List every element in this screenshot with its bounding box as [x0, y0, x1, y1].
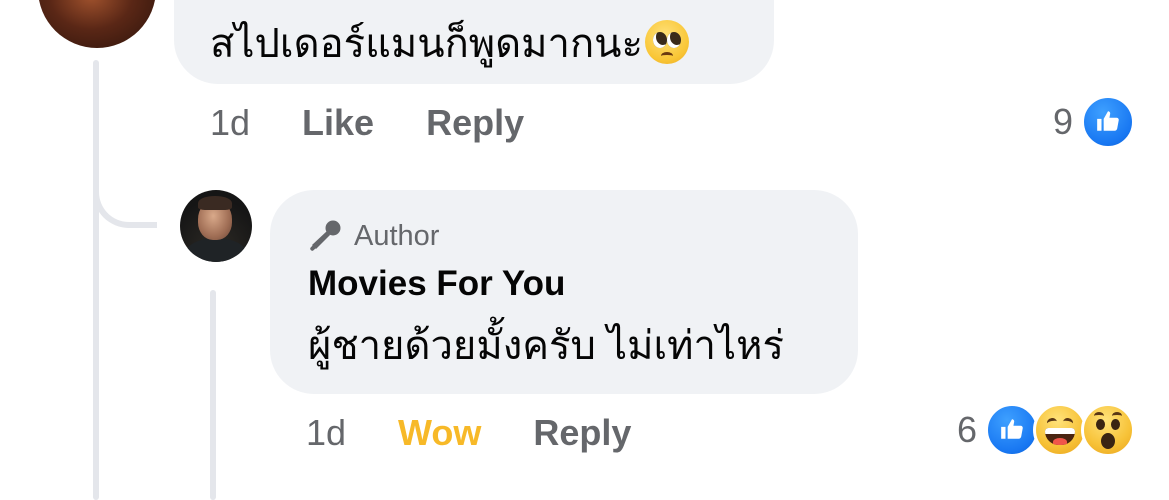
author-reply-bubble: Author Movies For You ผู้ชายด้วยมั้งครับ… — [270, 190, 858, 394]
like-reaction-icon — [1081, 95, 1135, 149]
parent-comment-reactions[interactable]: 9 — [1052, 95, 1135, 149]
reply-button[interactable]: Reply — [533, 412, 631, 454]
author-reply-actions: 1d Wow Reply — [306, 410, 631, 456]
reaction-count: 9 — [1052, 101, 1073, 142]
parent-comment-text: สไปเดอร์แมนก็พูดมากนะ — [210, 22, 644, 66]
reply-connector-curve — [93, 150, 157, 228]
wow-reaction-button[interactable]: Wow — [398, 412, 481, 454]
microphone-icon — [308, 219, 344, 253]
author-name-link[interactable]: Movies For You — [308, 264, 565, 304]
author-reply-timestamp[interactable]: 1d — [306, 412, 346, 454]
haha-reaction-icon — [1033, 403, 1087, 457]
wow-reaction-icon — [1081, 403, 1135, 457]
author-badge-label: Author — [354, 219, 440, 252]
author-reply-reactions[interactable]: 6 — [956, 403, 1135, 457]
commenter-avatar[interactable] — [38, 0, 156, 48]
parent-comment-timestamp[interactable]: 1d — [210, 102, 250, 144]
like-reaction-icon — [985, 403, 1039, 457]
pleading-face-emoji-icon — [645, 20, 690, 65]
reply-button[interactable]: Reply — [426, 102, 524, 144]
author-reply-text: ผู้ชายด้วยมั้งครับ ไม่เท่าไหร่ — [308, 324, 784, 368]
reaction-count: 6 — [956, 409, 977, 450]
author-badge: Author — [308, 216, 439, 256]
parent-comment-bubble: สไปเดอร์แมนก็พูดมากนะ — [174, 0, 774, 84]
reply-thread-line — [210, 290, 216, 500]
parent-comment-actions: 1d Like Reply — [210, 100, 524, 146]
like-button[interactable]: Like — [302, 102, 374, 144]
thread-connector-line — [93, 60, 99, 500]
parent-comment-text-line: สไปเดอร์แมนก็พูดมากนะ — [210, 20, 690, 68]
author-avatar[interactable] — [180, 190, 252, 262]
